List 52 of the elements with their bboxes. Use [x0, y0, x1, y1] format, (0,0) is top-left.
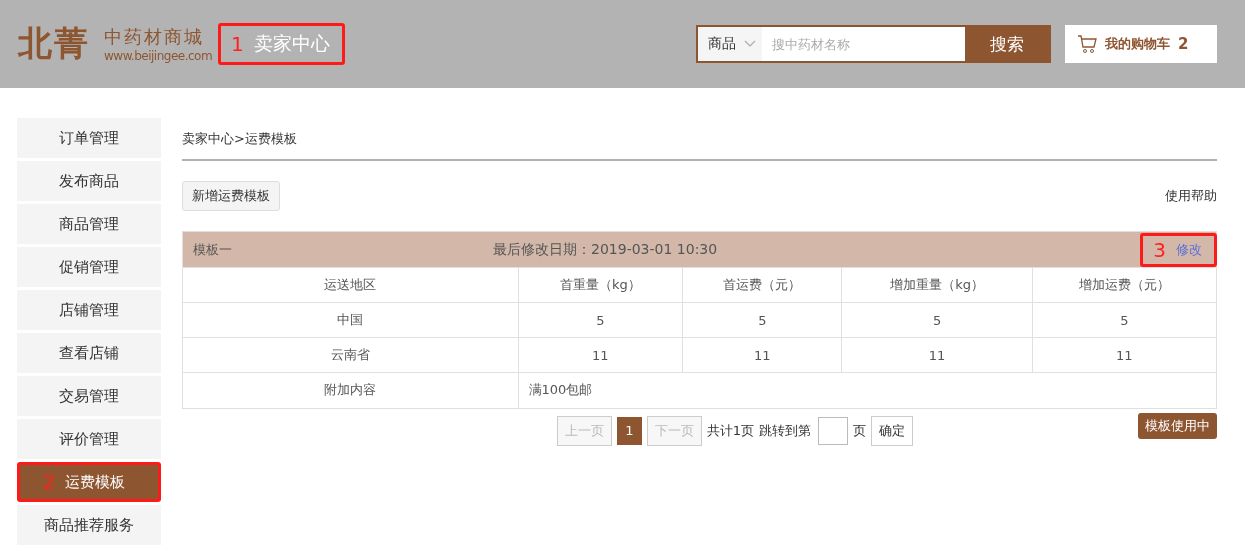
sidebar-item[interactable]: 2 运费模板 [17, 462, 161, 502]
table-cell: 5 [682, 302, 842, 338]
table-cell: 5 [841, 302, 1033, 338]
cart-icon [1077, 34, 1097, 54]
template-name: 模板一 [193, 240, 233, 259]
confirm-button[interactable]: 确定 [871, 415, 914, 446]
table-cell: 云南省 [183, 337, 518, 373]
section-title: 卖家中心 [253, 31, 330, 56]
table-cell: 11 [682, 337, 842, 373]
search-button[interactable]: 搜索 [965, 27, 1049, 61]
breadcrumb: 卖家中心>运费模板 [182, 118, 1217, 161]
callout-number: 2 [42, 470, 56, 494]
sidebar-item[interactable]: 商品管理 [17, 204, 161, 244]
callout-number: 1 [231, 32, 244, 56]
table-cell: 附加内容 [183, 372, 518, 408]
callout-number: 3 [1153, 237, 1166, 262]
site-name: 中药材商城 [104, 25, 205, 49]
table-cell: 满100包邮 [518, 372, 1216, 408]
sidebar-item[interactable]: 发布商品 [17, 161, 161, 201]
table-cell: 11 [841, 337, 1033, 373]
table-cell: 中国 [183, 302, 518, 338]
sidebar-item[interactable]: 订单管理 [17, 118, 161, 158]
sidebar-item[interactable]: 店铺管理 [17, 290, 161, 330]
site-url: www.beijingee.com [104, 49, 213, 63]
column-header: 增加运费（元） [1032, 267, 1216, 303]
sidebar-item[interactable]: 促销管理 [17, 247, 161, 287]
column-header: 首运费（元） [682, 267, 842, 303]
sidebar-item[interactable]: 商品推荐服务 [17, 505, 161, 545]
modified-date: 最后修改日期：2019-03-01 10:30 [493, 240, 719, 259]
category-dropdown[interactable]: 商品 [698, 27, 762, 61]
column-header: 增加重量（kg） [841, 267, 1033, 303]
cart-button[interactable]: 我的购物车 2 [1065, 25, 1217, 63]
logo-mark: 北菁 [18, 22, 90, 65]
cart-count: 2 [1178, 35, 1189, 53]
page-number[interactable]: 1 [616, 416, 642, 445]
table-cell: 11 [518, 337, 683, 373]
jump-label: 跳转到第 [759, 421, 812, 440]
page-total: 共计1页 [706, 421, 755, 440]
page-input[interactable] [818, 416, 849, 445]
cart-label: 我的购物车 [1105, 35, 1170, 53]
page-unit: 页 [853, 421, 867, 440]
sidebar-item[interactable]: 查看店铺 [17, 333, 161, 373]
column-header: 首重量（kg） [518, 267, 683, 303]
sidebar-item[interactable]: 评价管理 [17, 419, 161, 459]
add-template-button[interactable]: 新增运费模板 [182, 181, 280, 211]
help-link[interactable]: 使用帮助 [1165, 187, 1217, 205]
column-header: 运送地区 [183, 267, 518, 303]
search-field[interactable]: 搜中药材名称 [762, 27, 965, 61]
sidebar-item[interactable]: 交易管理 [17, 376, 161, 416]
status-badge: 模板使用中 [1138, 412, 1217, 439]
chevron-down-icon [744, 40, 756, 48]
table-cell: 5 [518, 302, 683, 338]
